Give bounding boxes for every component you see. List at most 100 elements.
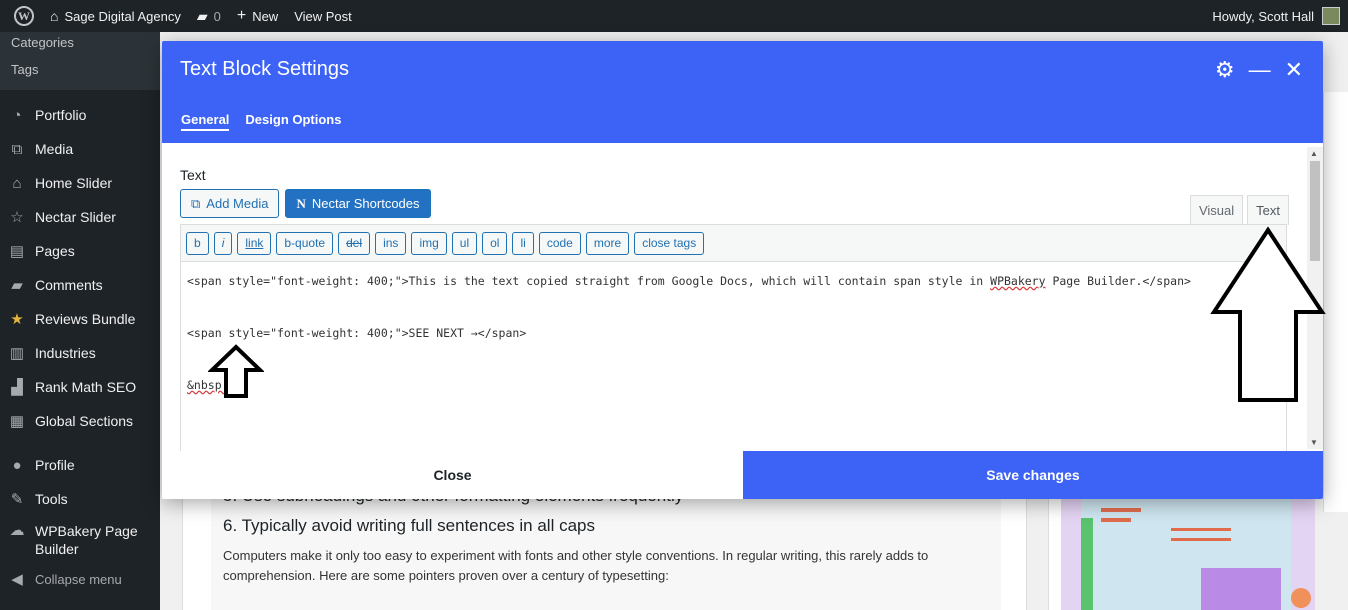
qt-ol-button[interactable]: ol [482, 231, 508, 255]
qt-link-button[interactable]: link [237, 231, 272, 255]
qt-img-button[interactable]: img [411, 231, 447, 255]
view-post-label: View Post [294, 8, 352, 24]
qt-italic-button[interactable]: i [213, 231, 233, 255]
media-icon: ⧉ [11, 140, 23, 158]
sidebar-item-label: Pages [35, 243, 75, 259]
modal-header: Text Block Settings ⚙ — ✕ General Design… [162, 41, 1323, 143]
home-icon: ⌂ [12, 174, 22, 192]
collapse-menu-button[interactable]: ◀ Collapse menu [0, 562, 160, 596]
submenu-item-tags[interactable]: Tags [0, 61, 160, 88]
sidebar-item-label: WPBakery Page Builder [35, 523, 138, 557]
qt-del-button[interactable]: del [338, 231, 371, 255]
sidebar-item-profile[interactable]: ● Profile [0, 448, 160, 482]
content-paragraph: Computers make it only too easy to exper… [223, 548, 929, 583]
add-media-label: Add Media [206, 196, 269, 211]
annotation-arrow-large-icon [1210, 226, 1326, 402]
gear-icon[interactable]: ⚙ [1215, 57, 1235, 83]
admin-bar: W ⌂ Sage Digital Agency ▰ 0 + New View P… [0, 0, 1348, 32]
modal-tabs: General Design Options [181, 112, 341, 131]
comment-icon: ▰ [196, 7, 208, 24]
nectar-shortcodes-button[interactable]: N Nectar Shortcodes [285, 189, 431, 218]
sidebar-item-label: Rank Math SEO [35, 379, 137, 395]
content-card: 5. Use subheadings and other formatting … [182, 486, 1027, 610]
sidebar-item-label: Portfolio [35, 107, 87, 123]
qt-ins-button[interactable]: ins [375, 231, 407, 255]
sidebar-item-label: Collapse menu [35, 571, 122, 587]
modal-footer: Close Save changes [162, 451, 1323, 499]
sidebar-item-label: Home Slider [35, 175, 113, 191]
code-line: <span style="font-weight: 400;">This is … [187, 274, 1280, 326]
sidebar-item-label: Nectar Slider [35, 209, 116, 225]
content-block: 5. Use subheadings and other formatting … [211, 486, 1001, 610]
new-label: New [252, 8, 279, 24]
comments-link[interactable]: ▰ 0 [189, 0, 229, 32]
pages-icon: ▤ [9, 243, 25, 260]
qt-more-button[interactable]: more [585, 231, 630, 255]
wordpress-icon: W [14, 6, 34, 26]
scroll-down-arrow-icon[interactable]: ▼ [1310, 438, 1318, 447]
scroll-up-arrow-icon[interactable]: ▲ [1310, 149, 1318, 158]
close-icon[interactable]: ✕ [1285, 57, 1303, 83]
text-field-label: Text [180, 167, 206, 183]
save-changes-button[interactable]: Save changes [743, 451, 1323, 499]
qt-li-button[interactable]: li [512, 231, 534, 255]
new-content-link[interactable]: + New [229, 0, 286, 32]
sidebar-item-home-slider[interactable]: ⌂ Home Slider [0, 166, 160, 200]
close-button[interactable]: Close [162, 451, 743, 499]
tab-general[interactable]: General [181, 112, 230, 131]
modal-body: Text ⧉ Add Media N Nectar Shortcodes Vis… [162, 143, 1323, 452]
portfolio-icon: ◔ [12, 106, 22, 124]
quicktags-toolbar: b i link b-quote del ins img ul ol li co… [180, 224, 1287, 262]
code-editor-textarea[interactable]: <span style="font-weight: 400;">This is … [180, 262, 1287, 452]
sidebar-item-global-sections[interactable]: ▦ Global Sections [0, 404, 160, 438]
qt-close-tags-button[interactable]: close tags [634, 231, 705, 255]
tab-text[interactable]: Text [1247, 195, 1289, 225]
minimize-icon[interactable]: — [1249, 57, 1271, 83]
site-name-link[interactable]: ⌂ Sage Digital Agency [42, 0, 189, 32]
sidebar-item-label: Comments [35, 277, 103, 293]
tab-visual[interactable]: Visual [1189, 195, 1244, 225]
illustration-graphic [1061, 498, 1315, 610]
sidebar-item-label: Media [35, 141, 74, 157]
sidebar-item-pages[interactable]: ▤ Pages [0, 234, 160, 268]
qt-bquote-button[interactable]: b-quote [276, 231, 334, 255]
add-media-button[interactable]: ⧉ Add Media [180, 189, 280, 218]
sidebar-item-industries[interactable]: ▥ Industries [0, 336, 160, 370]
qt-code-button[interactable]: code [538, 231, 581, 255]
tab-design-options[interactable]: Design Options [245, 112, 341, 131]
sidebar-item-label: Profile [35, 457, 75, 473]
site-name: Sage Digital Agency [64, 8, 181, 24]
content-heading: 6. Typically avoid writing full sentence… [223, 516, 595, 535]
nectar-icon: N [296, 195, 306, 211]
user-icon: ● [12, 456, 22, 474]
sidebar-item-label: Industries [35, 345, 96, 361]
sidebar-item-portfolio[interactable]: ◔ Portfolio [0, 98, 160, 132]
sections-icon: ▦ [9, 413, 25, 430]
qt-bold-button[interactable]: b [186, 231, 209, 255]
plus-icon: + [236, 7, 247, 24]
sidebar-item-wpbakery[interactable]: ☁ WPBakery Page Builder [0, 516, 160, 558]
star-icon: ★ [10, 311, 24, 328]
qt-ul-button[interactable]: ul [451, 231, 478, 255]
collapse-icon: ◀ [11, 571, 23, 588]
annotation-arrow-small-icon [208, 344, 264, 398]
admin-sidebar: Categories Tags ◔ Portfolio ⧉ Media ⌂ Home … [0, 32, 160, 610]
sidebar-item-rank-math-seo[interactable]: ▟ Rank Math SEO [0, 370, 160, 404]
sidebar-item-tools[interactable]: ✎ Tools [0, 482, 160, 516]
view-post-link[interactable]: View Post [286, 0, 360, 32]
chart-icon: ▟ [11, 379, 23, 396]
sidebar-item-comments[interactable]: ▰ Comments [0, 268, 160, 302]
comment-icon: ▰ [11, 277, 23, 294]
media-buttons: ⧉ Add Media N Nectar Shortcodes [180, 189, 1305, 218]
avatar [1322, 7, 1340, 25]
posts-submenu: Categories Tags [0, 32, 160, 90]
home-icon: ⌂ [50, 8, 59, 24]
modal-controls: ⚙ — ✕ [1215, 57, 1303, 83]
sidebar-item-nectar-slider[interactable]: ☆ Nectar Slider [0, 200, 160, 234]
submenu-item-categories[interactable]: Categories [0, 34, 160, 61]
sidebar-item-media[interactable]: ⧉ Media [0, 132, 160, 166]
sidebar-item-reviews-bundle[interactable]: ★ Reviews Bundle [0, 302, 160, 336]
wp-logo-button[interactable]: W [0, 0, 42, 32]
account-menu[interactable]: Howdy, Scott Hall [1212, 0, 1340, 32]
editor-mode-tabs: Visual Text [1189, 195, 1289, 225]
